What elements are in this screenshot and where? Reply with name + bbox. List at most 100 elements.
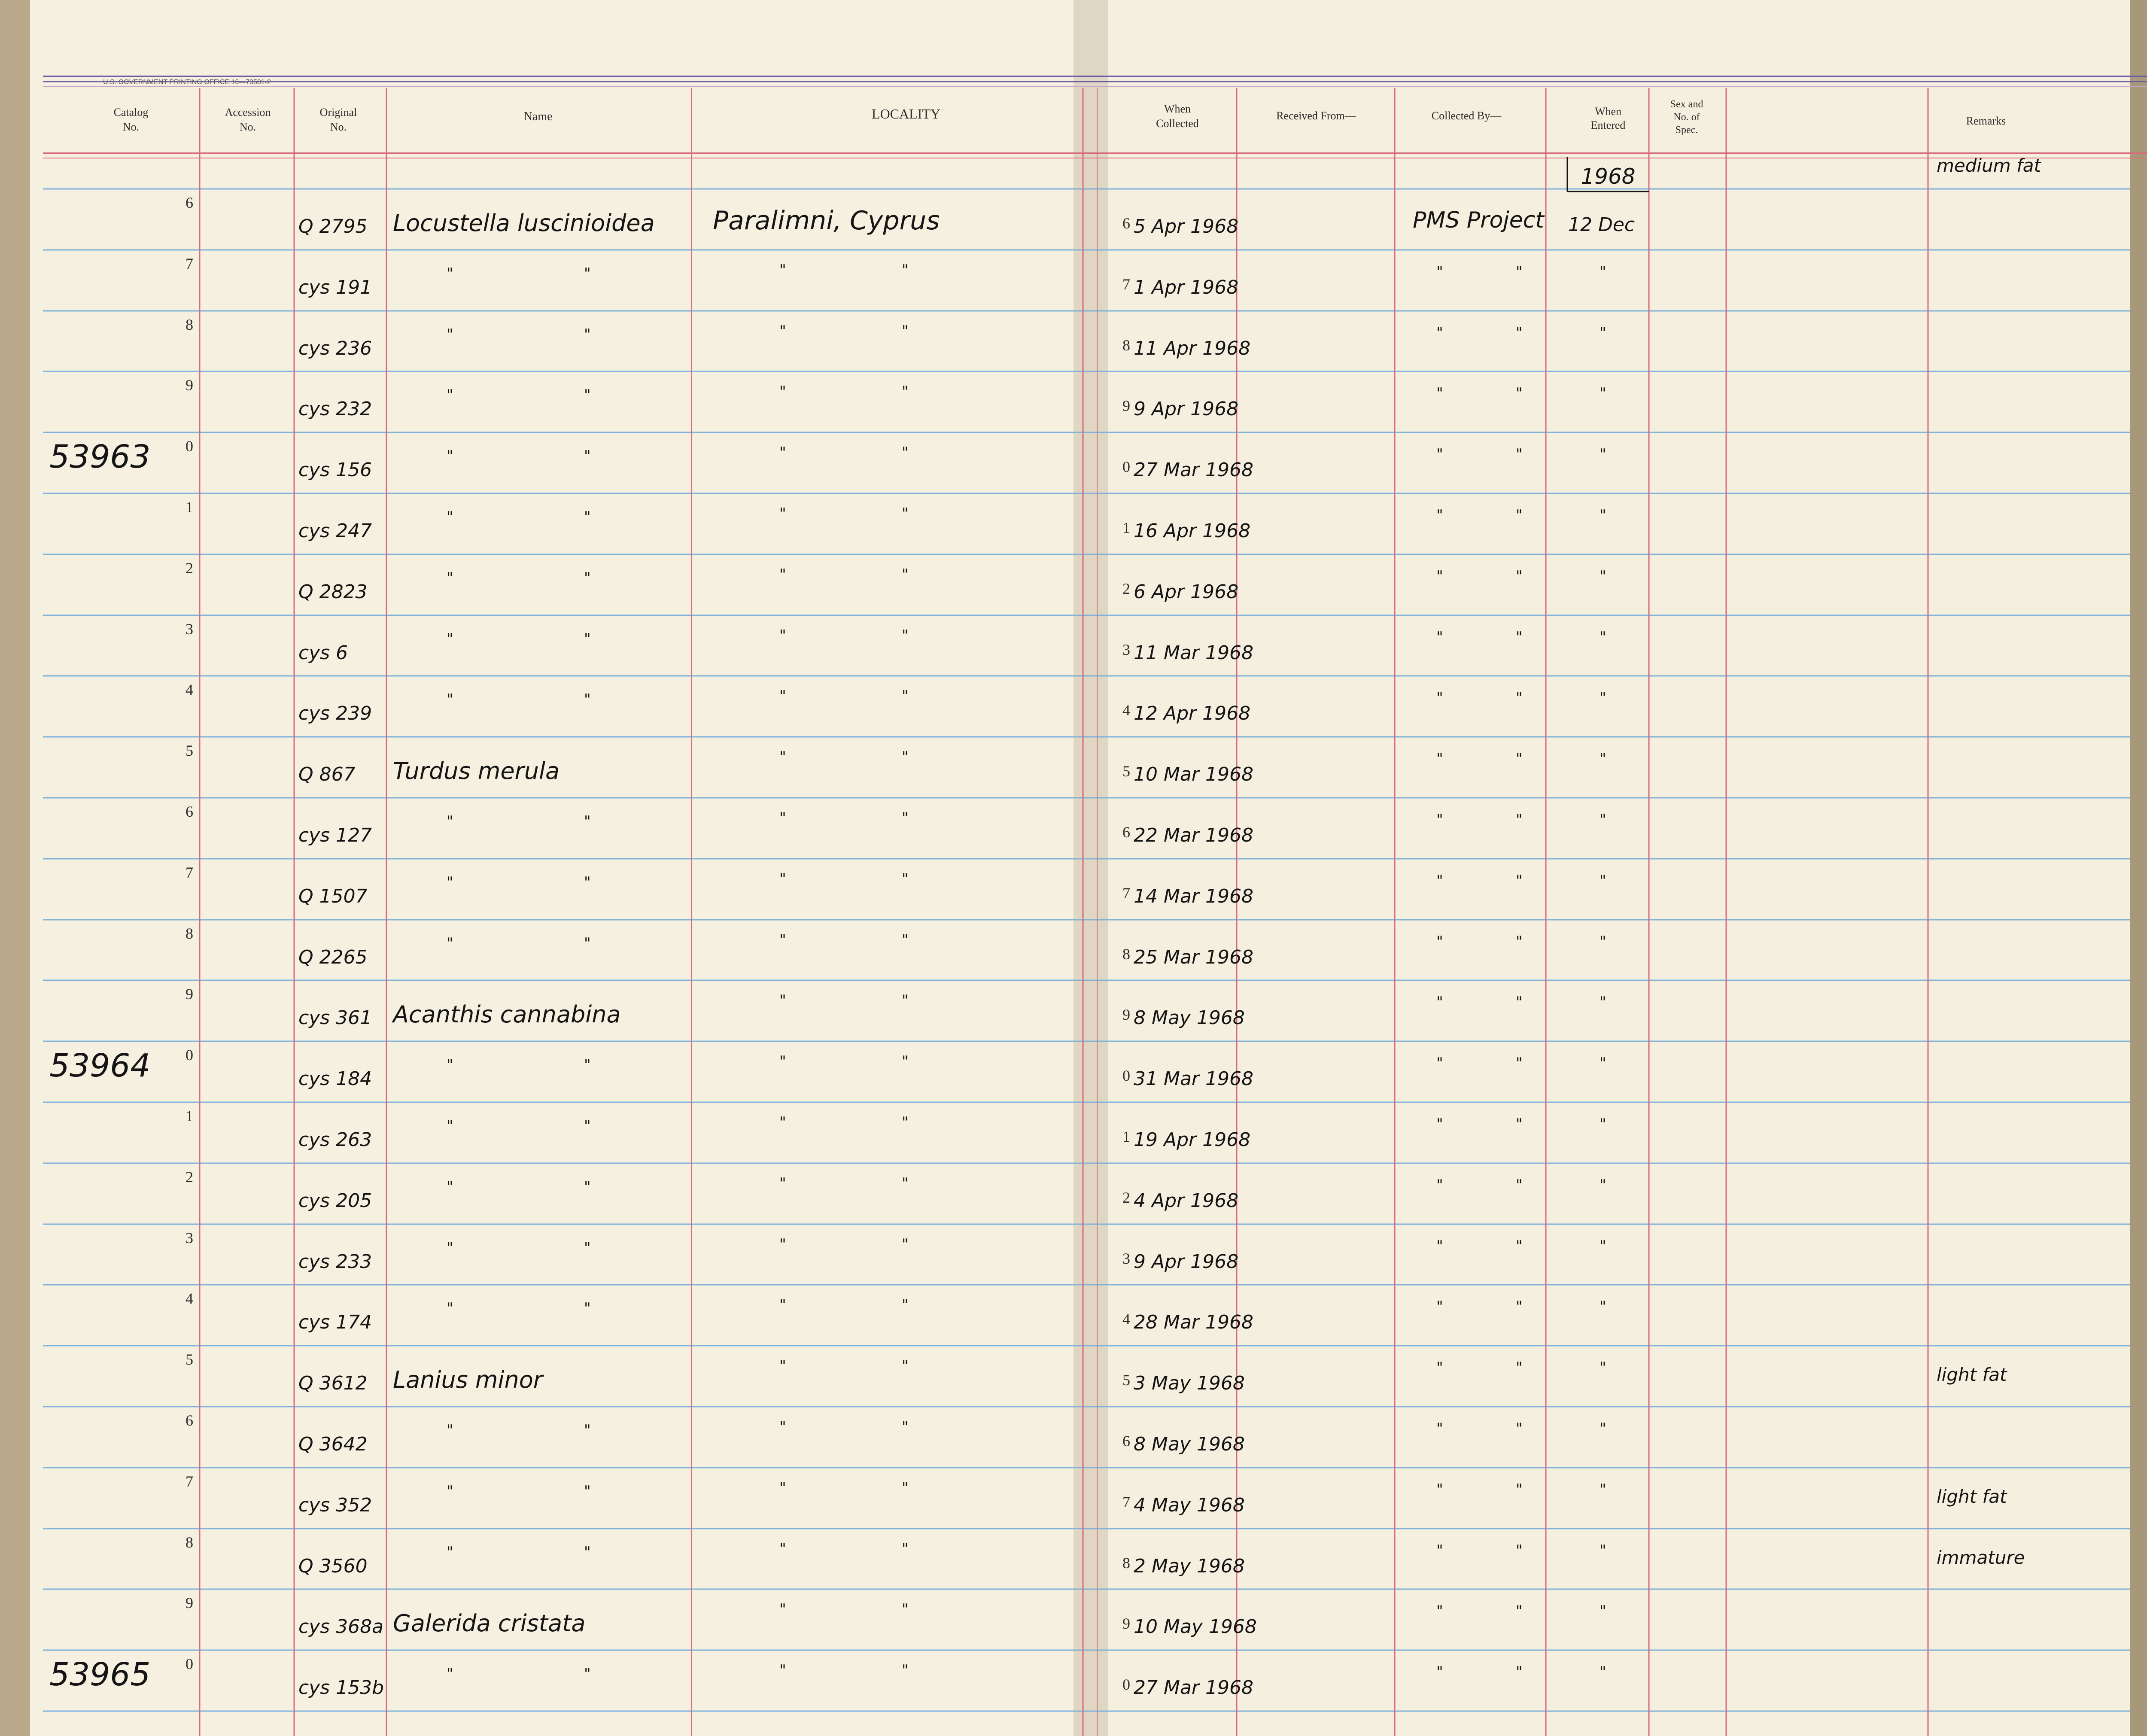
- collection-date: 27 Mar 1968: [1134, 1677, 1253, 1699]
- ditto-mark: ": [447, 1056, 453, 1073]
- ditto-mark: ": [1436, 1359, 1443, 1376]
- date-row-number: 0: [1122, 1067, 1130, 1084]
- ditto-mark: ": [447, 1300, 453, 1317]
- ditto-mark: ": [902, 1540, 909, 1557]
- ditto-mark: ": [1600, 1481, 1606, 1498]
- row-number: 3: [186, 620, 193, 638]
- collection-date: 1 Apr 1968: [1134, 277, 1238, 298]
- ditto-mark: ": [779, 1175, 786, 1192]
- header-remarks: Remarks: [1966, 115, 2006, 127]
- header-received-from: Received From—: [1276, 109, 1356, 122]
- catalog-number: 53965: [49, 1656, 150, 1693]
- ditto-mark: ": [1600, 1359, 1606, 1376]
- ditto-mark: ": [902, 809, 909, 827]
- row-number: 3: [186, 1229, 193, 1247]
- row-number: 7: [186, 255, 193, 272]
- ditto-mark: ": [447, 813, 453, 830]
- ditto-mark: ": [1436, 446, 1443, 463]
- original-number: cys 239: [298, 702, 372, 724]
- ditto-mark: ": [584, 447, 591, 465]
- ditto-mark: ": [447, 691, 453, 708]
- ditto-mark: ": [902, 687, 909, 705]
- original-number: Q 3560: [298, 1555, 368, 1577]
- remarks: light fat: [1937, 1364, 2007, 1385]
- ditto-mark: ": [447, 935, 453, 952]
- ditto-mark: ": [584, 874, 591, 891]
- collector: PMS Project: [1413, 207, 1545, 233]
- ditto-mark: ": [447, 508, 453, 526]
- ditto-mark: ": [902, 1357, 909, 1374]
- ditto-mark: ": [902, 566, 909, 583]
- ledger-spread: U.S. GOVERNMENT PRINTING OFFICE 16—73581…: [0, 0, 2147, 1736]
- ditto-mark: ": [447, 265, 453, 282]
- ditto-mark: ": [1600, 933, 1606, 950]
- collection-date: 2 May 1968: [1134, 1555, 1245, 1577]
- date-row-number: 7: [1122, 276, 1130, 293]
- row-number: 8: [186, 316, 193, 333]
- ditto-mark: ": [1516, 811, 1523, 828]
- ditto-mark: ": [779, 809, 786, 827]
- ditto-mark: ": [447, 1665, 453, 1682]
- ditto-mark: ": [779, 870, 786, 888]
- ditto-mark: ": [1436, 629, 1443, 646]
- collection-date: 4 Apr 1968: [1134, 1190, 1238, 1212]
- row-number: 6: [186, 194, 193, 211]
- ditto-mark: ": [779, 383, 786, 400]
- original-number: Q 3612: [298, 1372, 368, 1394]
- ditto-mark: ": [902, 1053, 909, 1070]
- collection-date: 9 Apr 1968: [1134, 398, 1238, 420]
- ditto-mark: ": [1516, 263, 1523, 280]
- date-row-number: 6: [1122, 1432, 1130, 1450]
- ditto-mark: ": [779, 627, 786, 644]
- date-row-number: 9: [1122, 397, 1130, 414]
- original-number: cys 352: [298, 1494, 372, 1516]
- original-number: Q 3642: [298, 1433, 368, 1455]
- date-row-number: 1: [1122, 519, 1130, 536]
- ditto-mark: ": [1516, 1177, 1523, 1194]
- original-number: cys 361: [298, 1007, 372, 1029]
- ditto-mark: ": [1516, 1237, 1523, 1255]
- ditto-mark: ": [447, 1483, 453, 1500]
- collection-date: 10 Mar 1968: [1134, 763, 1253, 785]
- ditto-mark: ": [1516, 1116, 1523, 1133]
- ditto-mark: ": [1436, 1420, 1443, 1437]
- original-number: cys 236: [298, 337, 372, 359]
- row-number: 2: [186, 559, 193, 577]
- row-number: 8: [186, 1534, 193, 1551]
- ditto-mark: ": [779, 1601, 786, 1618]
- ditto-mark: ": [1600, 689, 1606, 706]
- ditto-mark: ": [779, 505, 786, 522]
- remarks: medium fat: [1937, 155, 2041, 176]
- collection-date: 27 Mar 1968: [1134, 459, 1253, 481]
- ditto-mark: ": [1600, 568, 1606, 585]
- ditto-mark: ": [1600, 507, 1606, 524]
- ditto-mark: ": [584, 569, 591, 587]
- ditto-mark: ": [1516, 933, 1523, 950]
- right-page: [1091, 0, 2130, 1736]
- row-number: 0: [186, 1046, 193, 1064]
- ditto-mark: ": [902, 505, 909, 522]
- ditto-mark: ": [1436, 872, 1443, 889]
- ditto-mark: ": [1600, 1177, 1606, 1194]
- ditto-mark: ": [447, 447, 453, 465]
- row-number: 5: [186, 1351, 193, 1368]
- row-number: 7: [186, 864, 193, 881]
- ditto-mark: ": [447, 630, 453, 648]
- ditto-mark: ": [1436, 1663, 1443, 1681]
- remarks: light fat: [1937, 1486, 2007, 1507]
- row-number: 0: [186, 1655, 193, 1672]
- ditto-mark: ": [1516, 1420, 1523, 1437]
- ditto-mark: ": [902, 322, 909, 340]
- original-number: cys 232: [298, 398, 372, 420]
- collection-date: 31 Mar 1968: [1134, 1068, 1253, 1090]
- row-number: 9: [186, 985, 193, 1003]
- ditto-mark: ": [1436, 1542, 1443, 1559]
- ditto-mark: ": [902, 1479, 909, 1496]
- ditto-mark: ": [1600, 1237, 1606, 1255]
- original-number: Q 2823: [298, 581, 368, 603]
- date-row-number: 7: [1122, 885, 1130, 902]
- ditto-mark: ": [779, 1296, 786, 1313]
- original-number: cys 263: [298, 1129, 372, 1151]
- collection-date: 19 Apr 1968: [1134, 1129, 1250, 1151]
- ditto-mark: ": [584, 1422, 591, 1439]
